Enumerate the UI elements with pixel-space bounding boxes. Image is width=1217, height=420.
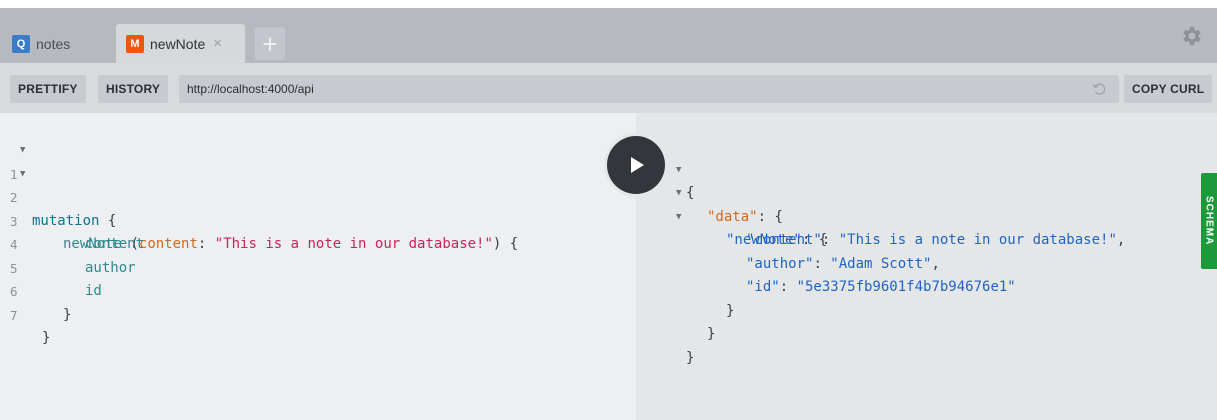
result-line: "id": "5e3375fb9601f4b7b94676e1" xyxy=(746,279,1016,295)
toolbar: PRETTIFY HISTORY COPY CURL xyxy=(0,63,1217,113)
query-badge: Q xyxy=(12,34,30,53)
play-icon xyxy=(631,157,644,173)
playground-window: Q notes M newNote × + PRETTIFY HISTORY C… xyxy=(0,8,1217,420)
code-line: 3 content xyxy=(0,186,636,253)
endpoint-input[interactable] xyxy=(179,75,1059,103)
code-line: 1 ▼ mutation { xyxy=(0,139,636,229)
history-button[interactable]: HISTORY xyxy=(98,75,169,103)
code-line: 7 } xyxy=(0,280,636,347)
result-line: } xyxy=(686,349,695,366)
gear-icon[interactable] xyxy=(1180,24,1204,48)
result-line: "content": "This is a note in our databa… xyxy=(746,232,1126,248)
result-line: } xyxy=(726,302,735,319)
prettify-button[interactable]: PRETTIFY xyxy=(10,75,86,103)
tab-label: newNote xyxy=(150,35,206,52)
line-number: 7 xyxy=(10,307,18,323)
reload-icon[interactable] xyxy=(1091,81,1107,97)
close-icon[interactable]: × xyxy=(213,36,222,51)
tab-notes[interactable]: Q notes xyxy=(0,24,107,63)
run-query-button[interactable] xyxy=(607,136,665,194)
fold-arrow-icon[interactable]: ▼ xyxy=(20,163,25,187)
tab-newnote[interactable]: M newNote × xyxy=(116,24,245,63)
result-line: ▼ "newNote": { xyxy=(636,182,1217,249)
graphql-playground: Q notes M newNote × + PRETTIFY HISTORY C… xyxy=(0,0,1217,420)
code-line: 2 ▼ newNote (content: "This is a note in… xyxy=(0,163,636,253)
result-line: } xyxy=(707,326,716,342)
fold-arrow-icon[interactable]: ▼ xyxy=(20,139,25,163)
endpoint-bar xyxy=(179,75,1119,103)
copy-curl-button[interactable]: COPY CURL xyxy=(1124,75,1213,103)
tab-bar: Q notes M newNote × + xyxy=(0,8,1217,63)
add-tab-button[interactable]: + xyxy=(255,27,285,60)
code-line: 4 author xyxy=(0,210,636,276)
mutation-badge: M xyxy=(126,34,144,53)
result-line: ▼ { xyxy=(636,135,1217,202)
query-editor[interactable]: 1 ▼ mutation { 2 ▼ newNote (content: "Th… xyxy=(0,113,636,420)
query-code: 1 ▼ mutation { 2 ▼ newNote (content: "Th… xyxy=(0,139,636,347)
tab-label: notes xyxy=(36,35,71,52)
result-line: ▼ "data": { xyxy=(636,159,1217,225)
result-line: "author": "Adam Scott", xyxy=(746,255,940,272)
code-line: 5 id xyxy=(0,233,636,300)
results-pane: ▼ { ▼ "data": { ▼ "newNote": { "content"… xyxy=(636,113,1217,420)
code-line: 6 } xyxy=(0,257,636,323)
results-json: ▼ { ▼ "data": { ▼ "newNote": { "content"… xyxy=(636,135,1217,366)
schema-tab[interactable]: SCHEMA xyxy=(1201,173,1217,269)
